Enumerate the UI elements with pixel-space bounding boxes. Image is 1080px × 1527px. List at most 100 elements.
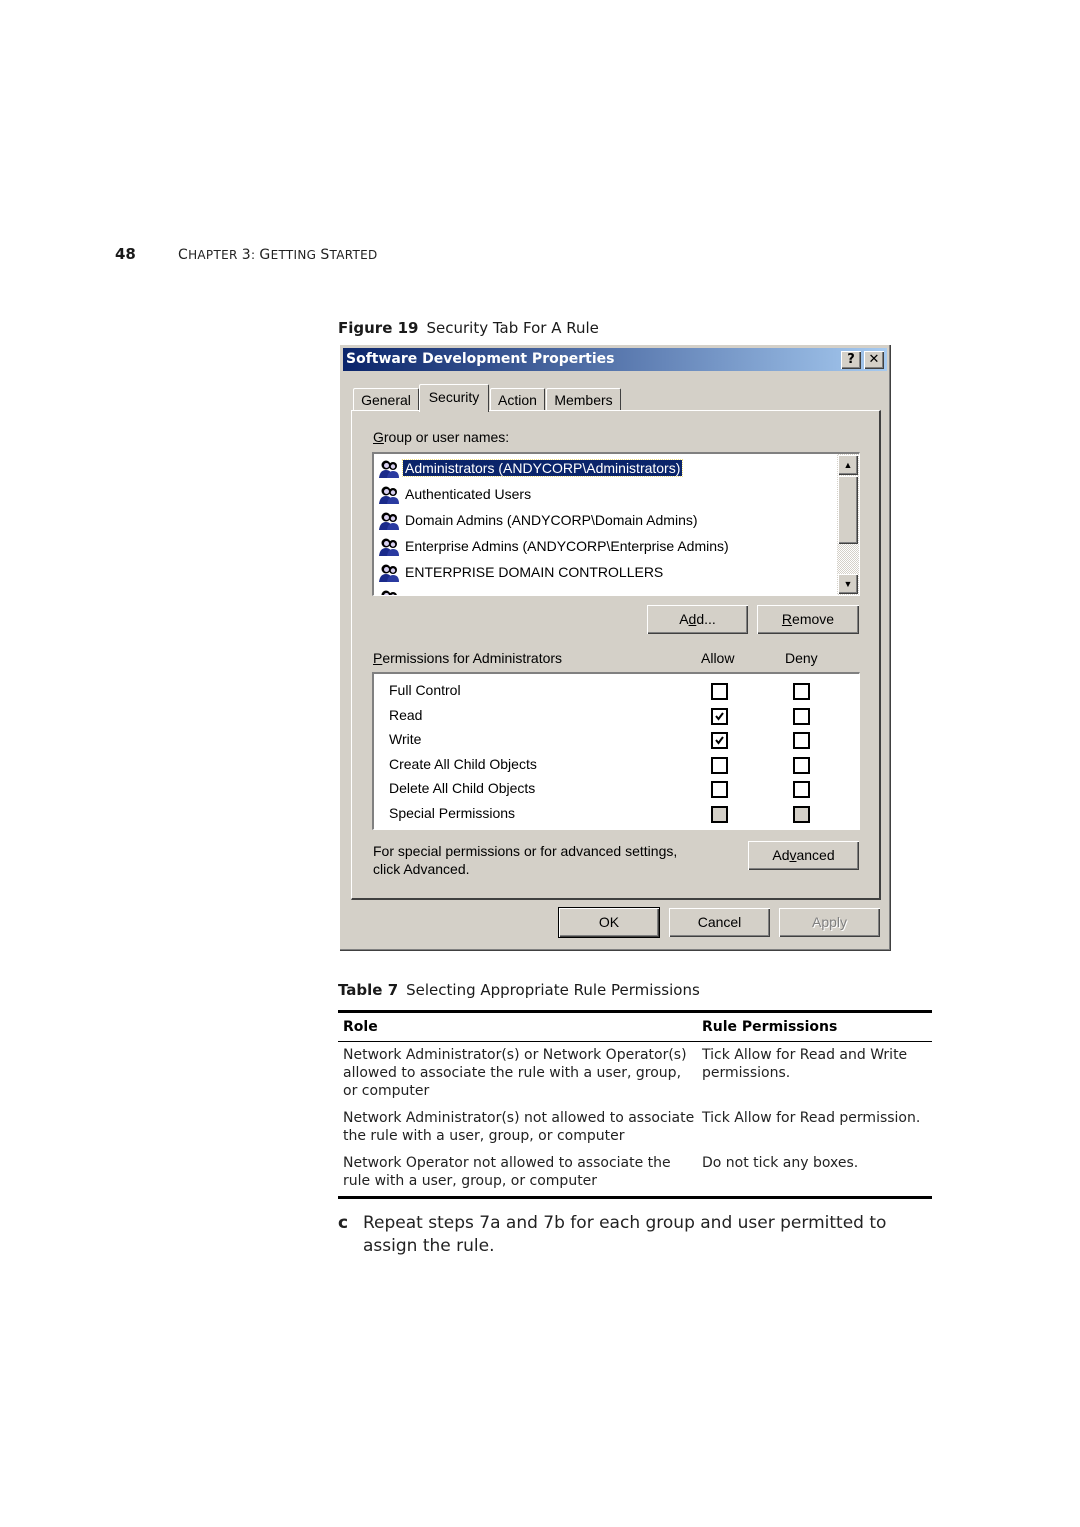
step-letter: c bbox=[338, 1213, 349, 1233]
permissions-list: Full Control Read Write Create All Child Ob… bbox=[372, 672, 860, 830]
cancel-button-label: Cancel bbox=[697, 914, 742, 930]
step-text: Repeat steps 7a and 7b for each group an… bbox=[363, 1213, 887, 1256]
user-group-icon bbox=[378, 563, 400, 583]
help-button[interactable]: ? bbox=[841, 351, 861, 369]
scroll-up-button[interactable]: ▲ bbox=[838, 455, 858, 475]
dialog-title: Software Development Properties bbox=[346, 351, 615, 367]
user-name: Administrators (ANDYCORP\Administrators) bbox=[401, 459, 684, 477]
allow-checkbox[interactable] bbox=[711, 707, 728, 725]
user-list-item[interactable]: Domain Admins (ANDYCORP\Domain Admins) bbox=[378, 508, 700, 532]
allow-checkbox[interactable] bbox=[711, 683, 728, 700]
triangle-down-icon: ▼ bbox=[843, 579, 853, 589]
scroll-down-button[interactable]: ▼ bbox=[838, 574, 858, 594]
user-group-icon bbox=[378, 485, 400, 505]
user-list-item[interactable]: Authenticated Users bbox=[378, 482, 533, 506]
apply-button-label: Apply bbox=[811, 914, 848, 930]
user-name: Authenticated Users bbox=[405, 486, 532, 502]
permission-row: Delete All Child Objects bbox=[389, 776, 849, 800]
tab-general[interactable]: General bbox=[353, 388, 419, 410]
allow-checkbox[interactable] bbox=[711, 756, 728, 774]
tab-action[interactable]: Action bbox=[490, 388, 545, 410]
user-name: Enterprise Admins (ANDYCORP\Enterprise A… bbox=[405, 538, 729, 554]
apply-button[interactable]: Apply bbox=[779, 908, 880, 937]
properties-dialog: Software Development Properties ? ✕ Gene… bbox=[339, 344, 891, 951]
remove-button[interactable]: Remove bbox=[757, 605, 859, 634]
table-row: Network Operator not allowed to associat… bbox=[338, 1154, 932, 1190]
advanced-hint: For special permissions or for advanced … bbox=[373, 842, 677, 878]
role-cell: Network Administrator(s) or Network Oper… bbox=[343, 1047, 687, 1099]
user-group-icon bbox=[378, 589, 400, 595]
chapter-text: CHAPTER 3: GETTING STARTED bbox=[178, 247, 378, 263]
column-header-role: Role bbox=[343, 1019, 378, 1035]
remove-button-label: Remove bbox=[781, 611, 835, 627]
close-button[interactable]: ✕ bbox=[864, 351, 884, 369]
deny-checkbox[interactable] bbox=[793, 732, 810, 749]
allow-column-header: Allow bbox=[701, 650, 735, 666]
permission-name: Read bbox=[389, 706, 423, 723]
ok-button[interactable]: OK bbox=[558, 907, 660, 938]
user-group-icon bbox=[378, 511, 400, 531]
user-list-item[interactable]: Enterprise Admins (ANDYCORP\Enterprise A… bbox=[378, 534, 731, 558]
deny-checkbox[interactable] bbox=[793, 805, 810, 823]
add-button[interactable]: Add... bbox=[647, 605, 748, 634]
tab-security[interactable]: Security bbox=[419, 384, 489, 412]
table-label: Table 7 bbox=[338, 981, 399, 999]
page-number: 48 bbox=[115, 245, 136, 263]
permission-name: Create All Child Objects bbox=[389, 755, 537, 772]
dialog-titlebar[interactable]: Software Development Properties ? ✕ bbox=[343, 348, 887, 371]
permissions-label: Permissions for Administrators bbox=[373, 650, 563, 666]
allow-checkbox[interactable] bbox=[711, 781, 728, 798]
tab-action-label: Action bbox=[498, 392, 537, 408]
table-caption: Table 7 Selecting Appropriate Rule Permis… bbox=[338, 981, 700, 999]
group-names-label: Group or user names: bbox=[373, 429, 510, 445]
triangle-up-icon: ▲ bbox=[843, 460, 853, 470]
allow-checkbox[interactable] bbox=[711, 732, 728, 749]
deny-checkbox[interactable] bbox=[793, 756, 810, 774]
permissions-cell: Do not tick any boxes. bbox=[702, 1155, 859, 1171]
permission-row: Full Control bbox=[389, 678, 849, 702]
tab-general-label: General bbox=[361, 392, 411, 408]
tab-members-label: Members bbox=[554, 392, 613, 408]
user-name: ENTERPRISE DOMAIN CONTROLLERS bbox=[405, 564, 664, 580]
table-header-row: Role Rule Permissions bbox=[338, 1013, 932, 1042]
permission-row: Write bbox=[389, 727, 849, 751]
table-bottom-rule bbox=[338, 1196, 932, 1199]
deny-checkbox[interactable] bbox=[793, 707, 810, 725]
help-icon: ? bbox=[847, 352, 855, 367]
permission-name: Delete All Child Objects bbox=[389, 780, 536, 796]
user-list-item-partial[interactable] bbox=[378, 586, 403, 595]
step-c: c Repeat steps 7a and 7b for each group … bbox=[338, 1212, 938, 1258]
user-list-item[interactable]: ENTERPRISE DOMAIN CONTROLLERS bbox=[378, 560, 665, 584]
advanced-hint-line2: click Advanced. bbox=[373, 861, 470, 877]
deny-checkbox[interactable] bbox=[793, 683, 810, 700]
table-title: Selecting Appropriate Rule Permissions bbox=[406, 981, 700, 999]
allow-checkbox[interactable] bbox=[711, 805, 728, 823]
listbox-scrollbar[interactable]: ▲ ▼ bbox=[837, 454, 859, 595]
add-button-label: Add... bbox=[679, 611, 716, 627]
table-row: Network Administrator(s) or Network Oper… bbox=[338, 1046, 932, 1100]
tab-security-label: Security bbox=[428, 389, 480, 405]
advanced-button-label: Advanced bbox=[772, 847, 835, 863]
figure-label: Figure 19 bbox=[338, 319, 419, 337]
rule-permissions-table: Role Rule Permissions Network Administra… bbox=[338, 1010, 932, 1199]
deny-column-header: Deny bbox=[785, 650, 818, 666]
scroll-thumb[interactable] bbox=[838, 476, 858, 544]
deny-checkbox[interactable] bbox=[793, 781, 810, 798]
permission-row: Read bbox=[389, 703, 849, 727]
permissions-cell: Tick Allow for Read and Write permissions… bbox=[702, 1047, 908, 1081]
group-user-listbox[interactable]: Administrators (ANDYCORP\Administrators)… bbox=[372, 452, 860, 596]
advanced-button[interactable]: Advanced bbox=[748, 841, 859, 870]
permission-name: Write bbox=[389, 731, 422, 747]
permission-name: Special Permissions bbox=[389, 804, 516, 821]
user-list-item[interactable]: Administrators (ANDYCORP\Administrators) bbox=[378, 456, 684, 480]
permission-row: Special Permissions bbox=[389, 801, 849, 825]
table-row: Network Administrator(s) not allowed to … bbox=[338, 1109, 932, 1145]
close-icon: ✕ bbox=[868, 352, 880, 367]
figure-caption: Figure 19 Security Tab For A Rule bbox=[338, 319, 599, 337]
cancel-button[interactable]: Cancel bbox=[669, 908, 770, 937]
tab-members[interactable]: Members bbox=[546, 388, 621, 410]
figure-title: Security Tab For A Rule bbox=[426, 319, 599, 337]
user-group-icon bbox=[378, 459, 400, 479]
user-name: Domain Admins (ANDYCORP\Domain Admins) bbox=[405, 512, 698, 528]
column-header-permissions: Rule Permissions bbox=[702, 1019, 838, 1035]
